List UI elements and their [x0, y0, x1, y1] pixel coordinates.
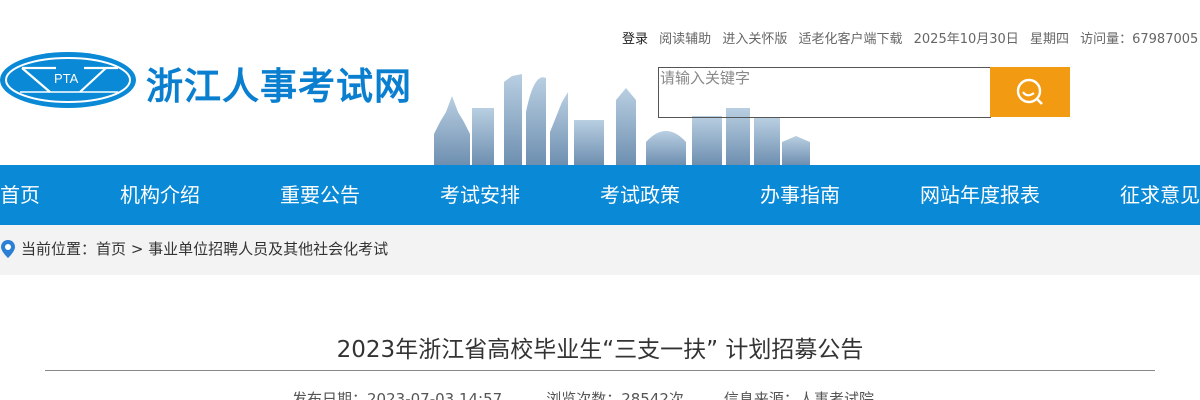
- current-date: 2025年10月30日: [913, 32, 1019, 47]
- nav-item-feedback[interactable]: 征求意见: [1120, 165, 1200, 225]
- visits-label: 访问量：: [1080, 32, 1133, 47]
- site-logo[interactable]: PTA 浙江人事考试网: [0, 52, 450, 112]
- breadcrumb-separator: >: [130, 240, 144, 258]
- login-link[interactable]: 登录: [622, 28, 648, 47]
- elderly-client-download-link[interactable]: 适老化客户端下载: [798, 28, 902, 47]
- search-placeholder: 请输入关键字: [660, 69, 751, 87]
- source-label: 信息来源：: [723, 390, 799, 400]
- breadcrumb-label: 当前位置：: [21, 240, 97, 258]
- nav-item-exam-policy[interactable]: 考试政策: [600, 165, 680, 225]
- nav-item-announcements[interactable]: 重要公告: [280, 165, 360, 225]
- breadcrumb-trail: 当前位置：首页 > 事业单位招聘人员及其他社会化考试: [21, 238, 388, 259]
- search-icon: [1016, 78, 1043, 105]
- title-divider: [45, 370, 1155, 371]
- visits-count: 67987005: [1132, 32, 1199, 47]
- nav-item-service-guide[interactable]: 办事指南: [760, 165, 840, 225]
- pta-logo-mark: PTA: [0, 52, 136, 108]
- nav-item-home[interactable]: 首页: [0, 165, 40, 225]
- source-value: 人事考试院: [798, 390, 874, 400]
- location-pin-icon: [1, 240, 15, 258]
- breadcrumb-current-link[interactable]: 事业单位招聘人员及其他社会化考试: [148, 240, 388, 258]
- reading-aid-link[interactable]: 阅读辅助: [659, 28, 711, 47]
- publish-date-label: 发布日期：: [292, 390, 368, 400]
- nav-item-exam-schedule[interactable]: 考试安排: [440, 165, 520, 225]
- logo-mark-text: PTA: [54, 71, 79, 86]
- publish-date: 2023-07-03 14:57: [367, 390, 503, 400]
- article-title: 2023年浙江省高校毕业生“三支一扶” 计划招募公告: [336, 337, 864, 363]
- views-label: 浏览次数：: [546, 390, 622, 400]
- care-mode-link[interactable]: 进入关怀版: [722, 28, 787, 47]
- breadcrumb: 当前位置：首页 > 事业单位招聘人员及其他社会化考试: [0, 225, 1200, 275]
- breadcrumb-home-link[interactable]: 首页: [96, 240, 126, 258]
- nav-item-annual-report[interactable]: 网站年度报表: [920, 165, 1040, 225]
- site-name: 浙江人事考试网: [146, 65, 412, 108]
- views-count: 28542次: [621, 390, 684, 400]
- article-meta: 发布日期：2023-07-03 14:57 浏览次数：28542次 信息来源：人事考…: [292, 388, 874, 400]
- search-button[interactable]: [990, 67, 1070, 117]
- main-nav: 首页 机构介绍 重要公告 考试安排 考试政策 办事指南 网站年度报表 征求意见: [0, 165, 1200, 225]
- current-weekday: 星期四: [1029, 32, 1069, 47]
- top-links-bar: 登录 阅读辅助 进入关怀版 适老化客户端下载 2025年10月30日 星期四 访…: [622, 28, 1200, 47]
- nav-item-about[interactable]: 机构介绍: [120, 165, 200, 225]
